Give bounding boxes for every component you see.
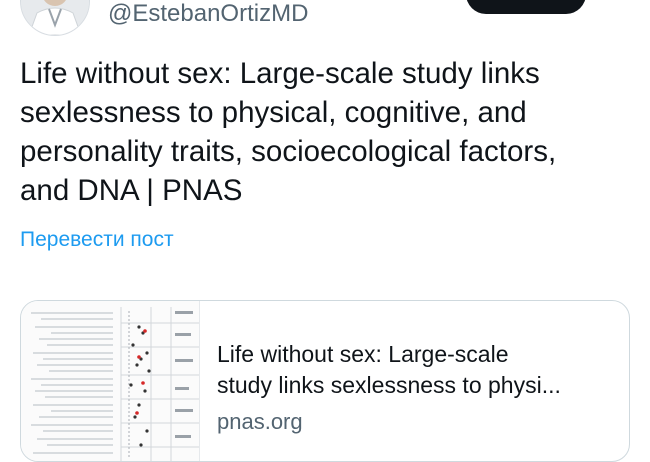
link-card-title-line: Life without sex: Large-scale — [217, 341, 509, 367]
post-text-line: Life without sex: Large-scale study link… — [20, 57, 540, 90]
figure-thumbnail-icon — [21, 301, 200, 461]
post-text-line: sexlessness to physical, cognitive, and — [20, 96, 527, 129]
post-text-line: and DNA | PNAS — [20, 174, 243, 207]
post-text-line: personality traits, socioecological fact… — [20, 135, 557, 168]
follow-button[interactable]: Follow — [466, 0, 586, 14]
link-card-title[interactable]: Life without sex: Large-scale study link… — [217, 339, 607, 401]
link-card-title-line: study links sexlessness to physi... — [217, 372, 561, 398]
avatar[interactable] — [20, 0, 90, 36]
link-card-domain: pnas.org — [217, 409, 303, 434]
post-text: Life without sex: Large-scale study link… — [20, 54, 630, 210]
link-preview-card[interactable]: Life without sex: Large-scale study link… — [20, 300, 630, 462]
translate-post-link[interactable]: Перевести пост — [20, 228, 174, 252]
author-handle[interactable]: @EstebanOrtizMD — [108, 0, 308, 28]
avatar-image — [21, 0, 89, 35]
